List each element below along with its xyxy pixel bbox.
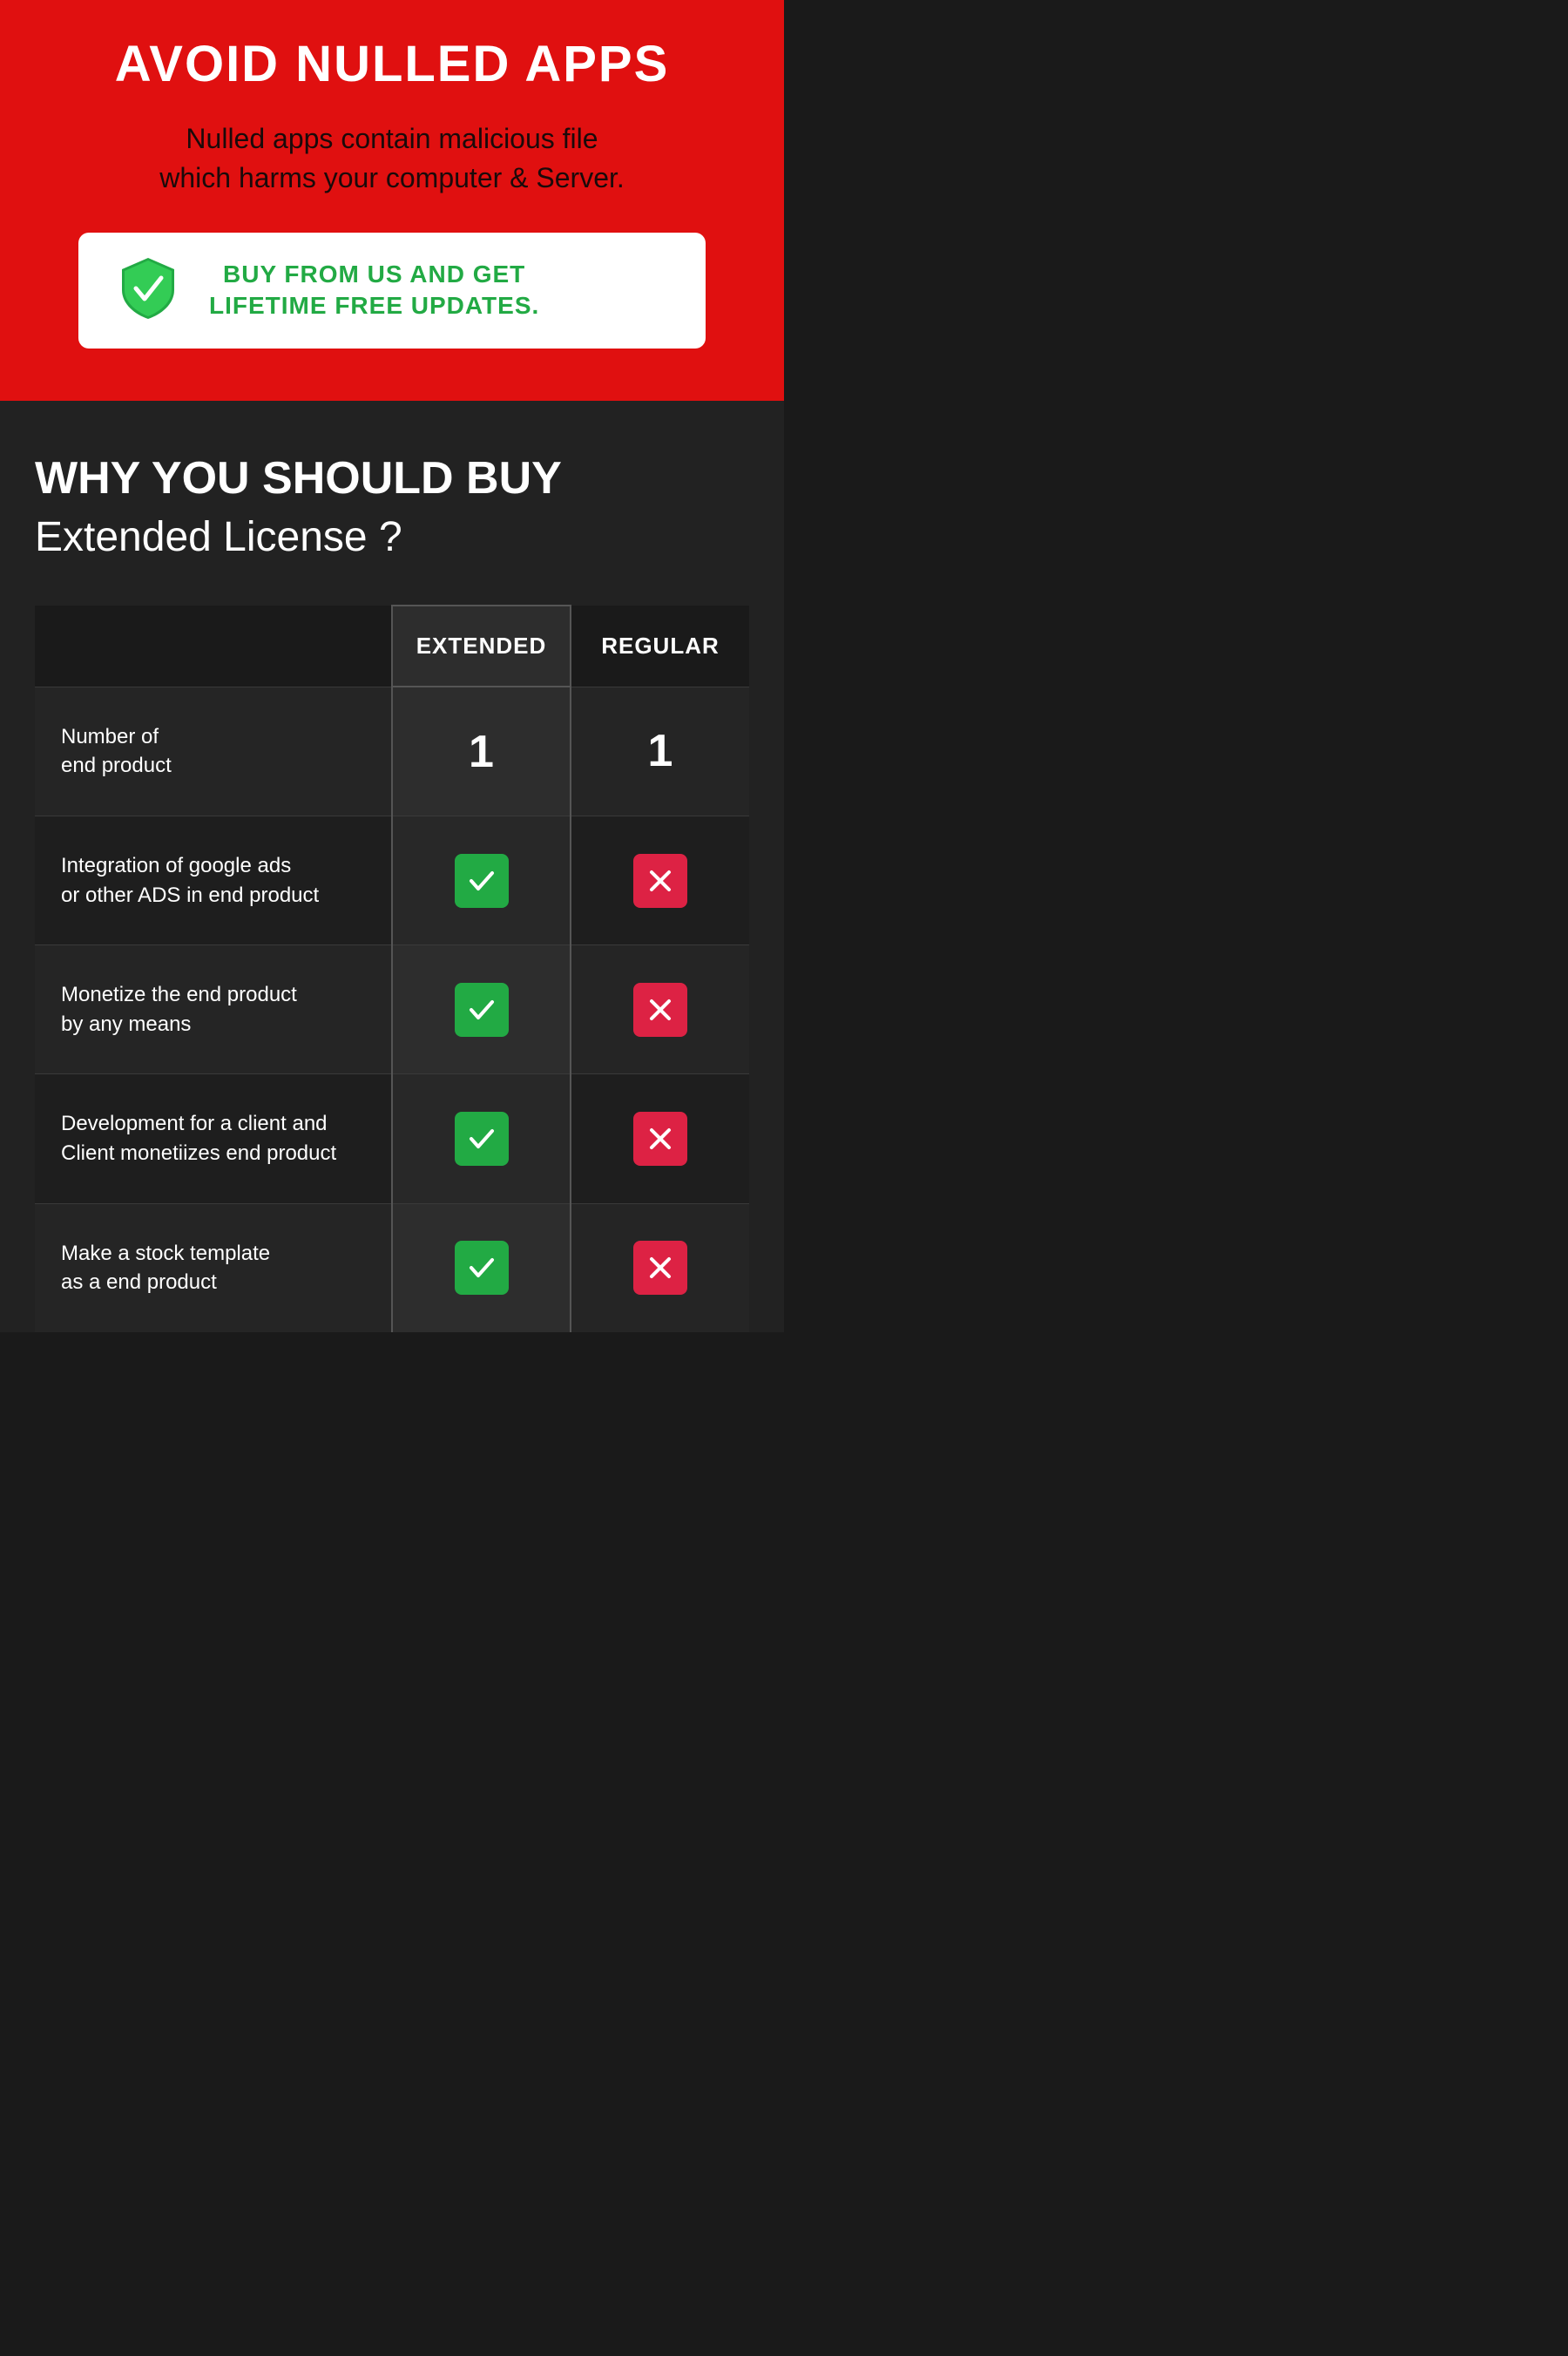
check-badge — [455, 1112, 509, 1166]
regular-value-cell — [571, 1203, 749, 1332]
table-row: Development for a client andClient monet… — [35, 1074, 749, 1203]
extended-value-cell — [392, 816, 571, 945]
col-extended-header: EXTENDED — [392, 606, 571, 687]
comparison-table: EXTENDED REGULAR Number ofend product 1 1 I… — [35, 605, 749, 1331]
subtitle-line1: Nulled apps contain malicious file — [186, 123, 598, 154]
table-row: Make a stock templateas a end product — [35, 1203, 749, 1332]
col-feature-header — [35, 606, 392, 687]
check-icon — [466, 1123, 497, 1154]
feature-cell: Development for a client andClient monet… — [35, 1074, 392, 1203]
table-header-row: EXTENDED REGULAR — [35, 606, 749, 687]
extended-value-cell — [392, 945, 571, 1074]
cross-badge — [633, 983, 687, 1037]
regular-value-cell — [571, 1074, 749, 1203]
check-badge — [455, 854, 509, 908]
check-icon — [466, 994, 497, 1026]
extended-value-cell — [392, 1203, 571, 1332]
banner-line2: LIFETIME FREE UPDATES. — [209, 292, 539, 319]
check-icon — [466, 1252, 497, 1283]
table-row: Number ofend product 1 1 — [35, 687, 749, 816]
why-title: WHY YOU SHOULD BUY — [35, 453, 749, 505]
cross-badge — [633, 854, 687, 908]
feature-cell: Integration of google adsor other ADS in… — [35, 816, 392, 945]
regular-value-cell: 1 — [571, 687, 749, 816]
feature-cell: Monetize the end productby any means — [35, 945, 392, 1074]
cross-icon — [645, 865, 676, 897]
why-subtitle: Extended License ? — [35, 513, 749, 561]
regular-value-cell — [571, 945, 749, 1074]
extended-value-cell — [392, 1074, 571, 1203]
col-regular-header: REGULAR — [571, 606, 749, 687]
check-icon — [466, 865, 497, 897]
feature-cell: Number ofend product — [35, 687, 392, 816]
why-section: WHY YOU SHOULD BUY Extended License ? EX… — [0, 401, 784, 1332]
cross-icon — [645, 1252, 676, 1283]
cross-icon — [645, 1123, 676, 1154]
banner-line1: BUY FROM US AND GET — [223, 261, 525, 288]
extended-number: 1 — [469, 727, 494, 777]
feature-cell: Make a stock templateas a end product — [35, 1203, 392, 1332]
subtitle-text: Nulled apps contain malicious file which… — [17, 119, 767, 198]
shield-icon — [113, 254, 183, 328]
cross-badge — [633, 1112, 687, 1166]
table-row: Integration of google adsor other ADS in… — [35, 816, 749, 945]
check-badge — [455, 983, 509, 1037]
check-badge — [455, 1241, 509, 1295]
regular-value-cell — [571, 816, 749, 945]
banner-card: BUY FROM US AND GET LIFETIME FREE UPDATE… — [78, 233, 706, 349]
cross-icon — [645, 994, 676, 1026]
cross-badge — [633, 1241, 687, 1295]
regular-number: 1 — [648, 726, 673, 776]
subtitle-line2: which harms your computer & Server. — [159, 162, 625, 193]
table-row: Monetize the end productby any means — [35, 945, 749, 1074]
main-title: AVOID NULLED APPS — [17, 35, 767, 93]
extended-value-cell: 1 — [392, 687, 571, 816]
header-section: AVOID NULLED APPS Nulled apps contain ma… — [0, 0, 784, 401]
banner-text: BUY FROM US AND GET LIFETIME FREE UPDATE… — [209, 259, 539, 322]
